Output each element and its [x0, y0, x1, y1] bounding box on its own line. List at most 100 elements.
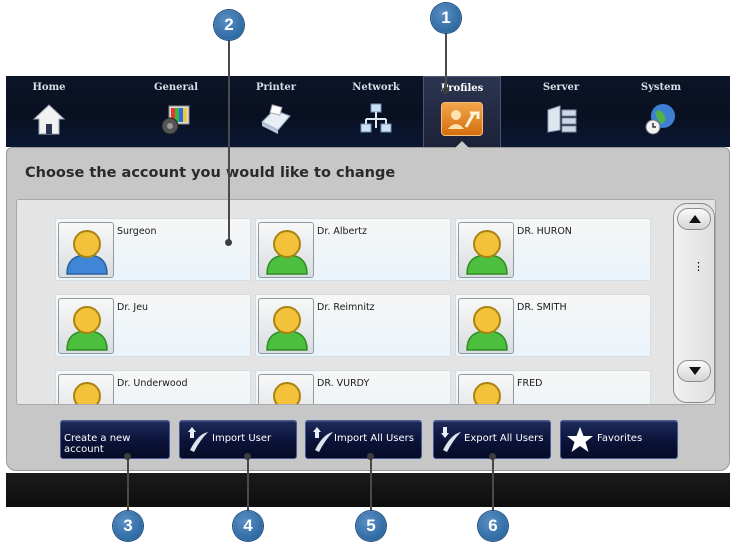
account-grid: Surgeon Dr. Albertz DR. HURON Dr. Jeu Dr… [16, 199, 716, 405]
callout-1-leader [445, 33, 447, 89]
system-globe-icon [645, 104, 675, 135]
callout-6-leader [492, 455, 494, 511]
account-card[interactable]: DR. VURDY [255, 370, 451, 404]
nav-server[interactable]: Server [521, 76, 601, 147]
avatar [458, 222, 514, 278]
avatar [58, 374, 114, 404]
nav-server-label: Server [542, 82, 580, 93]
account-card[interactable]: DR. HURON [455, 218, 651, 281]
callout-5: 5 [356, 511, 386, 541]
user-green-icon [266, 306, 308, 351]
favorites-label: Favorites [597, 433, 643, 444]
account-card[interactable]: Surgeon [55, 218, 251, 281]
callout-3: 3 [113, 511, 143, 541]
star-icon [567, 427, 593, 452]
favorites-button[interactable]: Favorites [560, 420, 678, 459]
account-name: Dr. Underwood [117, 378, 188, 389]
avatar [258, 222, 314, 278]
callout-6-dot [489, 453, 496, 460]
network-icon [360, 103, 392, 133]
import-all-users-icon [313, 427, 333, 452]
account-card[interactable]: Dr. Jeu [55, 294, 251, 357]
callout-1-dot [442, 87, 449, 94]
nav-general-label: General [153, 82, 199, 93]
nav-profiles-label: Profiles [440, 83, 484, 94]
user-green-icon [73, 382, 101, 404]
account-name: Dr. Albertz [317, 226, 368, 237]
callout-2-dot [225, 239, 232, 246]
scroll-position-dots: ⋮ [693, 261, 704, 273]
import-all-users-label: Import All Users [334, 433, 414, 444]
callout-5-leader [370, 455, 372, 511]
account-card[interactable]: DR. SMITH [455, 294, 651, 357]
callout-5-dot [367, 453, 374, 460]
callout-2: 2 [214, 10, 244, 40]
export-all-users-icon [441, 427, 461, 452]
avatar [458, 298, 514, 354]
avatar [58, 222, 114, 278]
export-all-users-label: Export All Users [464, 433, 544, 444]
nav-general[interactable]: General [136, 76, 216, 147]
profiles-icon [448, 110, 480, 129]
account-name: DR. SMITH [517, 302, 567, 313]
nav-network-label: Network [352, 82, 400, 93]
active-tab-indicator [455, 141, 469, 148]
server-icon [547, 105, 577, 133]
account-card[interactable]: Dr. Albertz [255, 218, 451, 281]
callout-1: 1 [431, 3, 461, 33]
account-name: DR. VURDY [317, 378, 370, 389]
nav-system[interactable]: System [621, 76, 701, 147]
account-card[interactable]: Dr. Underwood [55, 370, 251, 404]
top-navigation: Home General Printer Network Profiles Se… [6, 76, 730, 147]
avatar [58, 298, 114, 354]
callout-6: 6 [478, 511, 508, 541]
create-account-label: Create a new account [64, 433, 131, 455]
account-name: Surgeon [117, 226, 157, 237]
account-name: FRED [517, 378, 543, 389]
profiles-icon-box [441, 102, 483, 136]
user-green-icon [66, 306, 108, 351]
callout-3-dot [124, 453, 131, 460]
import-user-label: Import User [212, 433, 272, 444]
vertical-scroller[interactable]: ⋮ [673, 203, 715, 403]
user-green-icon [473, 382, 501, 404]
callout-2-leader [228, 40, 230, 240]
import-all-users-button[interactable]: Import All Users [305, 420, 422, 459]
import-user-button[interactable]: Import User [179, 420, 297, 459]
avatar [258, 374, 314, 404]
avatar [258, 298, 314, 354]
printer-icon [261, 104, 291, 134]
nav-printer[interactable]: Printer [236, 76, 316, 147]
general-settings-icon [161, 105, 190, 135]
scroll-down-button[interactable] [677, 360, 711, 382]
account-card[interactable]: Dr. Reimnitz [255, 294, 451, 357]
chevron-up-icon [689, 215, 701, 223]
chevron-down-icon [689, 367, 701, 375]
scroll-up-button[interactable] [677, 208, 711, 230]
user-green-icon [466, 306, 508, 351]
nav-printer-label: Printer [255, 82, 297, 93]
user-green-icon [273, 382, 301, 404]
callout-4: 4 [233, 511, 263, 541]
user-blue-icon [66, 230, 108, 275]
avatar [458, 374, 514, 404]
import-user-icon [188, 427, 208, 452]
account-name: Dr. Reimnitz [317, 302, 375, 313]
account-name: DR. HURON [517, 226, 572, 237]
nav-system-label: System [640, 82, 682, 93]
page-title: Choose the account you would like to cha… [25, 165, 396, 181]
callout-4-leader [247, 455, 249, 511]
create-account-button[interactable]: Create a new account [60, 420, 170, 459]
user-green-icon [266, 230, 308, 275]
nav-network[interactable]: Network [336, 76, 416, 147]
nav-home[interactable]: Home [14, 76, 84, 147]
user-blue-icon [466, 230, 508, 275]
nav-home-label: Home [32, 82, 66, 93]
callout-4-dot [244, 453, 251, 460]
home-icon [32, 104, 66, 135]
nav-profiles[interactable]: Profiles [423, 76, 501, 147]
account-card[interactable]: FRED [455, 370, 651, 404]
account-name: Dr. Jeu [117, 302, 149, 313]
footer-bar [6, 473, 730, 507]
callout-3-leader [127, 455, 129, 511]
